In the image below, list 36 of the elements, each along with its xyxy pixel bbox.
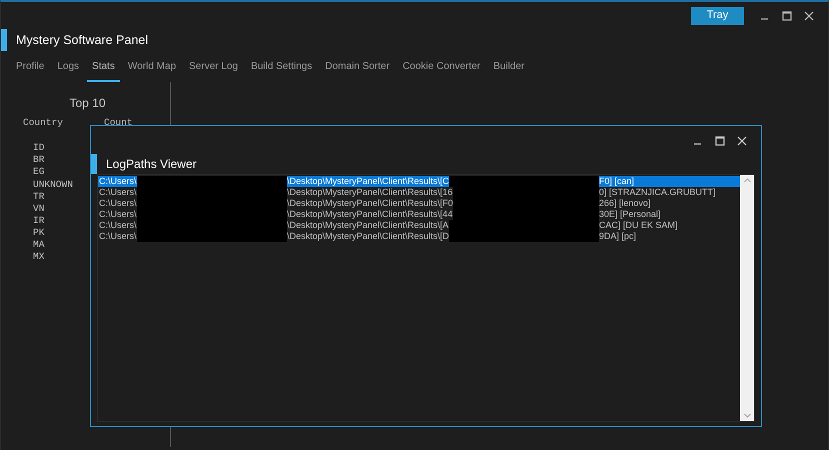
list-item[interactable]: C:\Users\ \Desktop\MysteryPanel\Client\Results\[A CAC] [DU EK SAM]: [98, 220, 740, 231]
country-code: EG: [33, 166, 44, 179]
column-header: Country: [23, 116, 64, 130]
tab[interactable]: Domain Sorter: [320, 53, 395, 82]
list-item[interactable]: C:\Users\ \Desktop\MysteryPanel\Client\Results\[F0 266] [lenovo]: [98, 198, 740, 209]
tab[interactable]: Cookie Converter: [398, 53, 486, 82]
title-accent: [1, 29, 7, 51]
list-item[interactable]: C:\Users\ \Desktop\MysteryPanel\Client\Results\[44 30E] [Personal]: [98, 209, 740, 220]
tab[interactable]: Profile: [11, 53, 50, 82]
country-code: ID: [33, 142, 44, 154]
list-item[interactable]: C:\Users\ \Desktop\MysteryPanel\Client\Results\[16 0] [STRAZNJICA.GRUBUTT]: [98, 187, 740, 198]
title-accent: [91, 154, 97, 174]
country-code: IR: [33, 214, 44, 227]
country-code: MA: [33, 239, 44, 252]
tab[interactable]: Server Log: [184, 53, 243, 82]
tab[interactable]: World Map: [122, 53, 182, 82]
tab[interactable]: Builder: [488, 53, 530, 82]
column-header: Count: [104, 116, 133, 130]
dialog-title: LogPaths Viewer: [106, 156, 197, 173]
tab[interactable]: Build Settings: [246, 53, 318, 82]
scrollbar[interactable]: [740, 175, 754, 421]
country-code: BR: [33, 154, 44, 166]
tab[interactable]: Logs: [52, 53, 84, 82]
scroll-up-icon[interactable]: [744, 178, 750, 183]
list-item[interactable]: C:\Users\ \Desktop\MysteryPanel\Client\Results\[D 9DA] [pc]: [98, 231, 740, 242]
country-code: TR: [33, 190, 44, 203]
country-code: UNKNOWN: [33, 178, 73, 191]
country-code: VN: [33, 202, 44, 215]
country-code: MX: [33, 251, 44, 264]
tray-button[interactable]: Tray: [691, 6, 744, 24]
list-item[interactable]: C:\Users\ \Desktop\MysteryPanel\Client\Results\[C F0] [can]: [98, 176, 740, 187]
window-title: Mystery Software Panel: [16, 32, 148, 49]
panel-heading: Top 10: [68, 95, 107, 112]
country-code: PK: [33, 226, 44, 239]
scroll-down-icon[interactable]: [744, 413, 750, 418]
tab[interactable]: Stats: [87, 53, 120, 82]
